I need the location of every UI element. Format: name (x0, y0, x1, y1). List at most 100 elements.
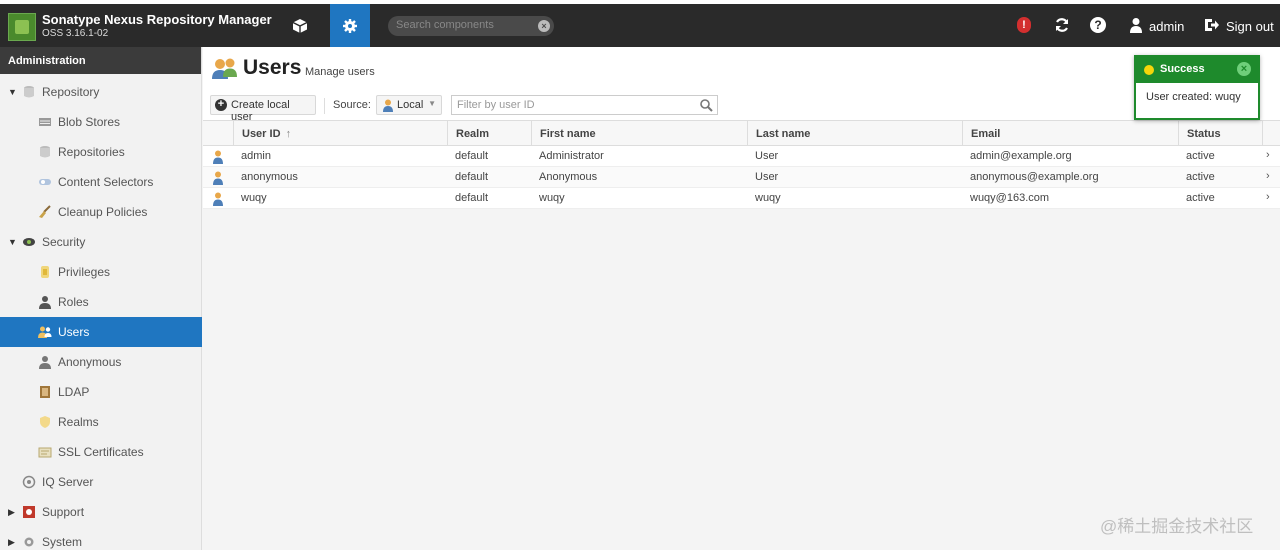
sidebar: Administration ▼ Repository Blob Stores Rep… (0, 47, 202, 550)
user-icon[interactable] (1128, 17, 1144, 33)
sort-ascending-icon: ↑ (285, 128, 292, 140)
chevron-right-icon[interactable]: › (1266, 170, 1270, 182)
sidebar-item-label: Support (42, 505, 85, 519)
column-realm[interactable]: Realm (447, 121, 531, 146)
toast-title: Success (1160, 63, 1205, 75)
sidebar-item-label: Cleanup Policies (58, 205, 148, 219)
iq-server-icon (22, 475, 36, 489)
create-local-user-button[interactable]: + Create local user (210, 95, 316, 123)
success-toast: Success × User created: wuqy (1134, 55, 1260, 120)
sidebar-item-repository[interactable]: ▼ Repository (0, 77, 202, 107)
sidebar-item-blob-stores[interactable]: Blob Stores (0, 107, 202, 137)
sidebar-item-security[interactable]: ▼ Security (0, 227, 202, 257)
table-row[interactable]: anonymous default Anonymous User anonymous@e… (203, 167, 1280, 188)
database-icon (22, 85, 36, 99)
cell-realm: default (455, 192, 489, 204)
sidebar-item-ldap[interactable]: LDAP (0, 377, 202, 407)
support-icon (22, 505, 36, 519)
table-row[interactable]: admin default Administrator User admin@examp… (203, 146, 1280, 167)
column-last-name[interactable]: Last name (747, 121, 962, 146)
sidebar-item-label: Repository (42, 85, 100, 99)
toolbar: + Create local user Source: Local ▼ Filt… (203, 92, 1280, 123)
sidebar-item-label: Repositories (58, 145, 125, 159)
sidebar-item-realms[interactable]: Realms (0, 407, 202, 437)
sidebar-item-support[interactable]: ▶ Support (0, 497, 202, 527)
sidebar-item-repositories[interactable]: Repositories (0, 137, 202, 167)
sidebar-item-roles[interactable]: Roles (0, 287, 202, 317)
cell-first-name: Administrator (539, 150, 604, 162)
chevron-right-icon[interactable]: › (1266, 149, 1270, 161)
brand[interactable]: Sonatype Nexus Repository Manager OSS 3.… (8, 10, 272, 44)
sidebar-item-label: SSL Certificates (58, 445, 144, 459)
search-icon[interactable] (700, 99, 713, 112)
table-row[interactable]: wuqy default wuqy wuqy wuqy@163.com active › (203, 188, 1280, 209)
user-icon (38, 355, 52, 369)
source-label: Source: (333, 99, 371, 111)
user-name[interactable]: admin (1149, 19, 1184, 34)
sidebar-item-label: Anonymous (58, 355, 122, 369)
page-header: Users Manage users (203, 47, 1280, 92)
caret-right-icon[interactable]: ▶ (8, 507, 15, 518)
toast-header: Success × (1136, 57, 1258, 83)
cell-realm: default (455, 171, 489, 183)
caret-down-icon[interactable]: ▼ (8, 237, 17, 247)
search-input[interactable]: Search components × (388, 16, 554, 36)
cell-first-name: wuqy (539, 192, 565, 204)
refresh-icon[interactable] (1054, 17, 1070, 33)
column-status[interactable]: Status (1178, 121, 1262, 146)
user-icon (212, 192, 224, 209)
sidebar-item-ssl-certificates[interactable]: SSL Certificates (0, 437, 202, 467)
plus-circle-icon: + (215, 99, 227, 111)
column-first-name[interactable]: First name (531, 121, 747, 146)
toolbar-separator (324, 98, 325, 114)
success-icon (1144, 65, 1154, 75)
sidebar-item-privileges[interactable]: Privileges (0, 257, 202, 287)
help-icon[interactable]: ? (1090, 17, 1106, 33)
shield-icon (38, 415, 52, 429)
page-subtitle: Manage users (305, 66, 375, 78)
sidebar-item-label: Realms (58, 415, 99, 429)
chevron-right-icon[interactable]: › (1266, 191, 1270, 203)
cell-last-name: wuqy (755, 192, 781, 204)
sidebar-item-label: Users (58, 325, 90, 339)
sidebar-item-anonymous[interactable]: Anonymous (0, 347, 202, 377)
cell-status: active (1186, 171, 1215, 183)
sidebar-item-cleanup-policies[interactable]: Cleanup Policies (0, 197, 202, 227)
user-icon (212, 150, 224, 167)
users-icon (38, 325, 52, 339)
sidebar-item-users[interactable]: Users (0, 317, 202, 347)
caret-down-icon[interactable]: ▼ (8, 87, 17, 97)
sidebar-item-iq-server[interactable]: IQ Server (0, 467, 202, 497)
sign-out-button[interactable]: Sign out (1226, 19, 1274, 34)
sidebar-item-label: Content Selectors (58, 175, 154, 189)
browse-button[interactable] (280, 4, 320, 47)
column-user-id[interactable]: User ID ↑ (233, 121, 447, 146)
close-icon[interactable]: × (1237, 62, 1251, 76)
clear-search-icon[interactable]: × (538, 20, 550, 32)
column-email[interactable]: Email (962, 121, 1178, 146)
alert-icon[interactable]: ! (1017, 17, 1031, 33)
gear-icon (343, 18, 357, 33)
cell-status: active (1186, 150, 1215, 162)
gear-icon (22, 535, 36, 549)
cell-last-name: User (755, 171, 779, 183)
sidebar-item-label: IQ Server (42, 475, 94, 489)
administration-button[interactable] (330, 4, 370, 47)
address-book-icon (38, 385, 52, 399)
caret-right-icon[interactable]: ▶ (8, 537, 15, 548)
database-icon (38, 145, 52, 159)
sidebar-item-content-selectors[interactable]: Content Selectors (0, 167, 202, 197)
sidebar-item-label: LDAP (58, 385, 90, 399)
sidebar-item-label: Security (42, 235, 86, 249)
medal-icon (38, 265, 52, 279)
app-title: Sonatype Nexus Repository Manager (42, 12, 272, 27)
user-icon (212, 171, 224, 188)
cube-icon (292, 18, 308, 33)
search-placeholder: Search components (396, 19, 494, 31)
filter-input[interactable]: Filter by user ID (451, 95, 718, 115)
source-dropdown[interactable]: Local ▼ (376, 95, 442, 115)
sign-out-icon[interactable] (1204, 17, 1220, 33)
sidebar-item-system[interactable]: ▶ System (0, 527, 202, 550)
content-selector-icon (38, 175, 52, 189)
users-icon (212, 58, 237, 79)
